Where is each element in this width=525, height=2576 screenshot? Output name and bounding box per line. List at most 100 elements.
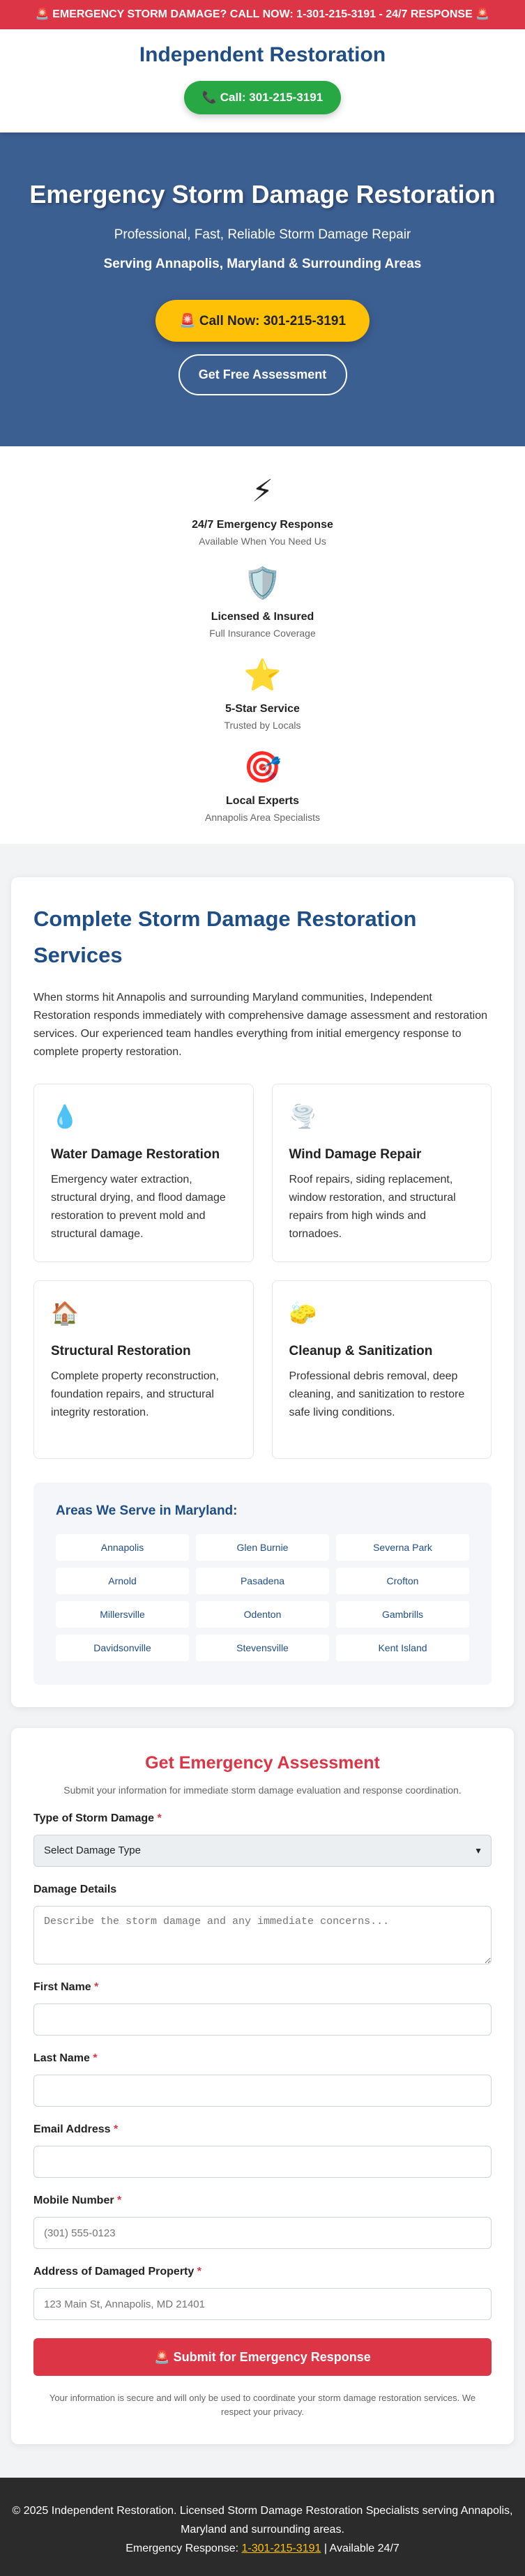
service-card-title: Cleanup & Sanitization — [289, 1344, 433, 1358]
feature-title: Licensed & Insured — [211, 611, 314, 623]
service-cards: 💧 Water Damage Restoration Emergency wat… — [33, 1084, 492, 1459]
hero-subtitle: Professional, Fast, Reliable Storm Damag… — [114, 227, 411, 242]
address-label: Address of Damaged Property * — [33, 2266, 201, 2278]
required-mark: * — [117, 2195, 122, 2206]
lightning-icon: ⚡ — [252, 473, 273, 509]
hero-section: Emergency Storm Damage Restoration Profe… — [0, 132, 525, 446]
feature-title: Local Experts — [226, 795, 299, 807]
service-card-title: Water Damage Restoration — [51, 1147, 220, 1162]
required-mark: * — [114, 2123, 119, 2135]
damage-type-select[interactable]: Select Damage Type ▼ — [33, 1835, 492, 1867]
last-name-label: Last Name * — [33, 2052, 98, 2064]
footer-emergency-line: Emergency Response: 1-301-215-3191 | Ava… — [0, 2539, 525, 2558]
service-card-title: Structural Restoration — [51, 1344, 191, 1358]
footer-emergency-prefix: Emergency Response: — [125, 2543, 242, 2554]
damage-type-label: Type of Storm Damage * — [33, 1812, 162, 1824]
first-name-label: First Name * — [33, 1981, 99, 1993]
area-chip[interactable]: Severna Park — [336, 1534, 469, 1561]
area-chip[interactable]: Arnold — [56, 1568, 189, 1594]
area-chip[interactable]: Glen Burnie — [196, 1534, 329, 1561]
area-chip[interactable]: Crofton — [336, 1568, 469, 1594]
footer-phone-link[interactable]: 1-301-215-3191 — [242, 2543, 321, 2554]
shield-icon: 🛡️ — [243, 566, 282, 601]
service-card-description: Emergency water extraction, structural d… — [51, 1174, 226, 1240]
area-chip[interactable]: Pasadena — [196, 1568, 329, 1594]
footer-copyright: © 2025 Independent Restoration. Licensed… — [12, 2505, 513, 2536]
service-areas: Areas We Serve in Maryland: Annapolis Gl… — [33, 1483, 492, 1685]
feature-description: Trusted by Locals — [224, 720, 301, 731]
services-section: Complete Storm Damage Restoration Servic… — [11, 877, 514, 1707]
feature-description: Annapolis Area Specialists — [205, 812, 320, 823]
email-label: Email Address * — [33, 2123, 119, 2135]
features-section: ⚡ 24/7 Emergency Response Available When… — [0, 446, 525, 844]
damage-type-field: Type of Storm Damage * Select Damage Typ… — [33, 1812, 492, 1867]
last-name-input[interactable] — [33, 2075, 492, 2107]
address-input[interactable] — [33, 2288, 492, 2320]
service-card-wind: 🌪️ Wind Damage Repair Roof repairs, sidi… — [271, 1084, 492, 1262]
target-icon: 🎯 — [243, 750, 282, 785]
form-title: Get Emergency Assessment — [145, 1753, 380, 1773]
last-name-field: Last Name * — [33, 2052, 492, 2107]
services-title: Complete Storm Damage Restoration Servic… — [33, 907, 417, 967]
brand-name: Independent Restoration — [139, 43, 386, 66]
feature-item: 🛡️ Licensed & Insured Full Insurance Cov… — [0, 565, 525, 639]
service-areas-title: Areas We Serve in Maryland: — [56, 1503, 238, 1518]
area-chip[interactable]: Millersville — [56, 1601, 189, 1628]
required-mark: * — [157, 1812, 162, 1824]
required-mark: * — [94, 1981, 99, 1993]
first-name-input[interactable] — [33, 2003, 492, 2036]
required-mark: * — [197, 2266, 201, 2278]
mobile-field: Mobile Number * — [33, 2195, 492, 2249]
feature-item: 🎯 Local Experts Annapolis Area Specialis… — [0, 749, 525, 823]
site-footer: © 2025 Independent Restoration. Licensed… — [0, 2478, 525, 2576]
feature-item: ⭐ 5-Star Service Trusted by Locals — [0, 657, 525, 731]
damage-details-label: Damage Details — [33, 1884, 117, 1895]
email-field: Email Address * — [33, 2123, 492, 2178]
service-card-water: 💧 Water Damage Restoration Emergency wat… — [33, 1084, 254, 1262]
address-field: Address of Damaged Property * — [33, 2266, 492, 2320]
damage-details-textarea[interactable] — [33, 1906, 492, 1964]
sponge-icon: 🧽 — [289, 1300, 317, 1326]
star-icon: ⭐ — [243, 658, 282, 693]
call-now-button[interactable]: 🚨 Call Now: 301-215-3191 — [155, 300, 370, 342]
free-assessment-button[interactable]: Get Free Assessment — [178, 354, 347, 395]
feature-item: ⚡ 24/7 Emergency Response Available When… — [0, 473, 525, 547]
first-name-field: First Name * — [33, 1981, 492, 2036]
services-intro: When storms hit Annapolis and surroundin… — [33, 992, 487, 1058]
service-card-title: Wind Damage Repair — [289, 1147, 422, 1162]
form-subtitle: Submit your information for immediate st… — [63, 1785, 462, 1796]
service-card-structural: 🏠 Structural Restoration Complete proper… — [33, 1280, 254, 1459]
mobile-input[interactable] — [33, 2217, 492, 2249]
house-icon: 🏠 — [51, 1300, 79, 1326]
assessment-form: Get Emergency Assessment Submit your inf… — [11, 1728, 514, 2444]
footer-availability: | Available 24/7 — [321, 2543, 400, 2554]
area-chip[interactable]: Gambrills — [336, 1601, 469, 1628]
privacy-note: Your information is secure and will only… — [49, 2393, 476, 2417]
mobile-label: Mobile Number * — [33, 2195, 122, 2206]
area-chip[interactable]: Stevensville — [196, 1635, 329, 1661]
service-card-description: Professional debris removal, deep cleani… — [289, 1370, 465, 1418]
service-card-cleanup: 🧽 Cleanup & Sanitization Professional de… — [271, 1280, 492, 1459]
tornado-icon: 🌪️ — [289, 1103, 317, 1130]
site-header: Independent Restoration 📞 Call: 301-215-… — [0, 29, 525, 132]
damage-type-value: Select Damage Type — [44, 1844, 141, 1856]
call-button[interactable]: 📞 Call: 301-215-3191 — [183, 81, 342, 114]
water-drop-icon: 💧 — [51, 1103, 79, 1130]
email-input[interactable] — [33, 2146, 492, 2178]
feature-description: Full Insurance Coverage — [209, 628, 316, 639]
service-card-description: Roof repairs, siding replacement, window… — [289, 1174, 456, 1240]
area-chip[interactable]: Odenton — [196, 1601, 329, 1628]
feature-title: 24/7 Emergency Response — [192, 519, 333, 531]
hero-title: Emergency Storm Damage Restoration — [29, 180, 496, 209]
area-chip[interactable]: Kent Island — [336, 1635, 469, 1661]
damage-details-field: Damage Details — [33, 1884, 492, 1964]
service-card-description: Complete property reconstruction, founda… — [51, 1370, 219, 1418]
chevron-down-icon: ▼ — [474, 1846, 482, 1856]
area-chip[interactable]: Davidsonville — [56, 1635, 189, 1661]
feature-title: 5-Star Service — [225, 703, 300, 715]
hero-service-area: Serving Annapolis, Maryland & Surroundin… — [103, 257, 422, 271]
area-chip[interactable]: Annapolis — [56, 1534, 189, 1561]
emergency-banner: 🚨 EMERGENCY STORM DAMAGE? CALL NOW: 1-30… — [0, 0, 525, 29]
service-areas-grid: Annapolis Glen Burnie Severna Park Arnol… — [56, 1534, 469, 1661]
submit-button[interactable]: 🚨 Submit for Emergency Response — [33, 2338, 492, 2376]
